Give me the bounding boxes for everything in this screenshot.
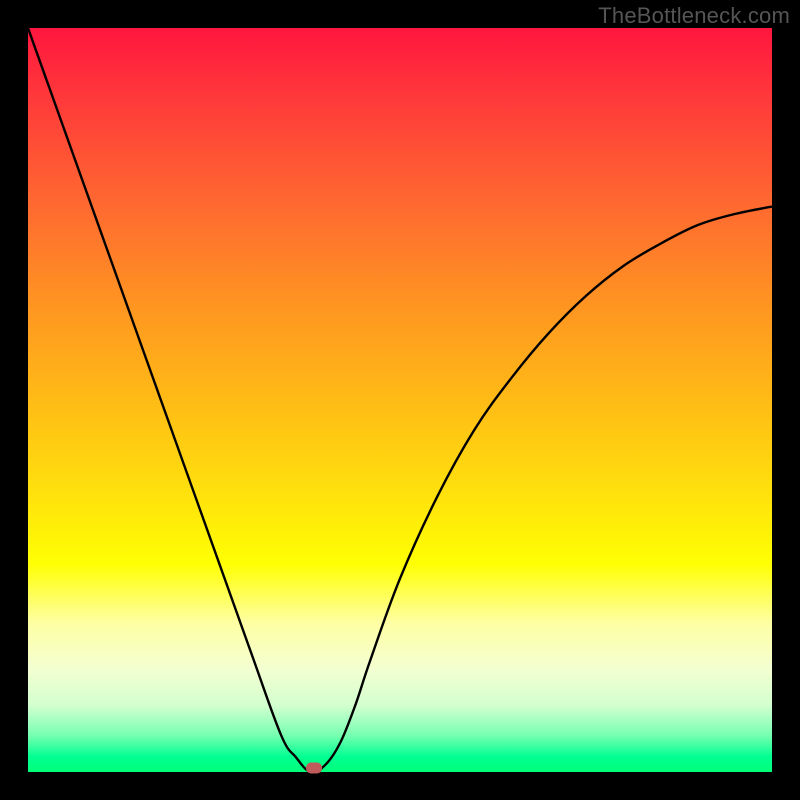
bottleneck-curve: [28, 28, 772, 772]
chart-plot-area: [28, 28, 772, 772]
watermark-text: TheBottleneck.com: [598, 3, 790, 29]
optimal-point-marker: [306, 763, 322, 774]
